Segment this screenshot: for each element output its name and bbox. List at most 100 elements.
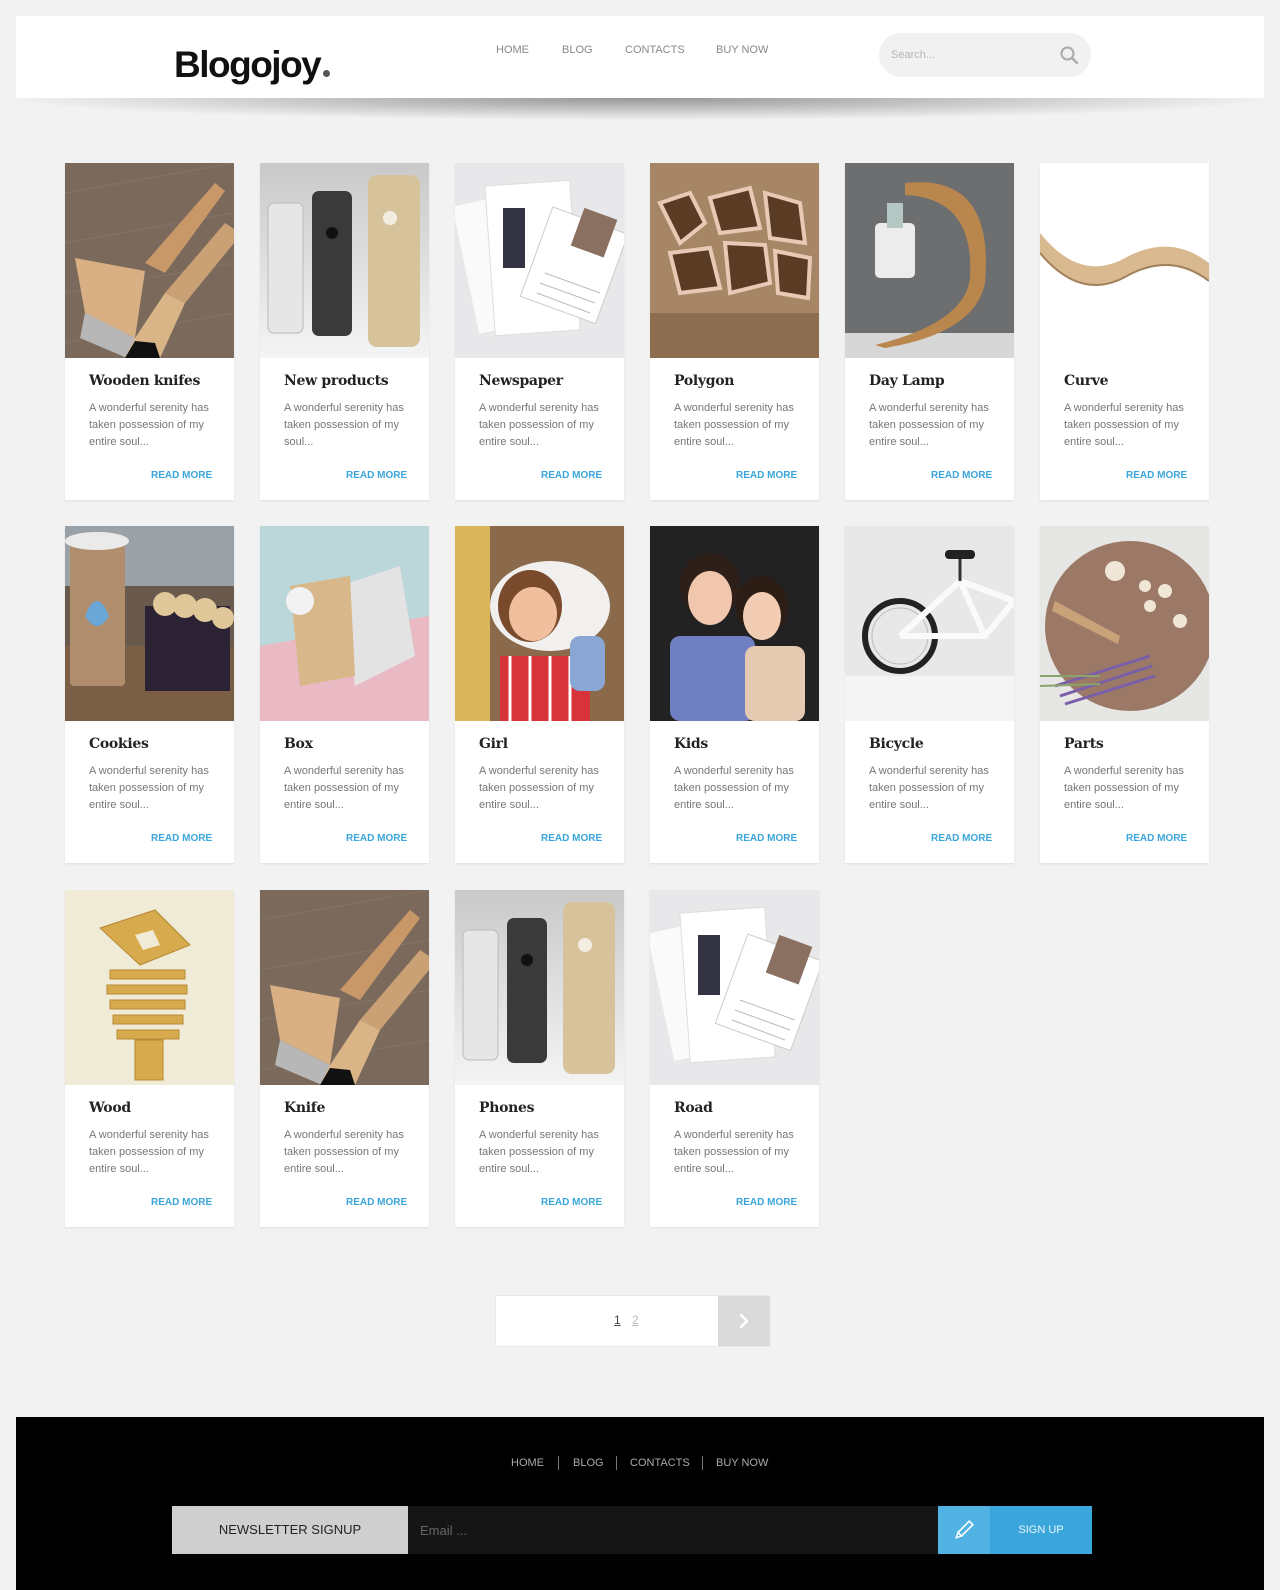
- post-card[interactable]: Newspaper A wonderful serenity has taken …: [455, 163, 624, 500]
- post-image[interactable]: [650, 890, 819, 1085]
- post-card[interactable]: Wood A wonderful serenity has taken posse…: [65, 890, 234, 1227]
- read-more-link[interactable]: READ MORE: [151, 470, 212, 481]
- post-excerpt: A wonderful serenity has taken possessio…: [479, 765, 599, 811]
- post-title[interactable]: Polygon: [674, 373, 734, 389]
- post-image[interactable]: [455, 163, 624, 358]
- post-card[interactable]: Kids A wonderful serenity has taken posse…: [650, 526, 819, 863]
- post-excerpt: A wonderful serenity has taken possessio…: [479, 1129, 599, 1175]
- footer-nav-buy-now[interactable]: BUY NOW: [716, 1457, 768, 1469]
- footer-nav-home[interactable]: HOME: [511, 1457, 544, 1469]
- read-more-link[interactable]: READ MORE: [1126, 470, 1187, 481]
- read-more-link[interactable]: READ MORE: [151, 833, 212, 844]
- site-header: Blogojoy HOME BLOG CONTACTS BUY NOW: [16, 16, 1264, 98]
- page-2[interactable]: 2: [632, 1313, 639, 1327]
- post-card[interactable]: Polygon A wonderful serenity has taken po…: [650, 163, 819, 500]
- nav-home[interactable]: HOME: [496, 44, 529, 56]
- post-card[interactable]: Bicycle A wonderful serenity has taken po…: [845, 526, 1014, 863]
- page-1[interactable]: 1: [614, 1313, 621, 1327]
- read-more-link[interactable]: READ MORE: [346, 470, 407, 481]
- read-more-link[interactable]: READ MORE: [541, 470, 602, 481]
- post-excerpt: A wonderful serenity has taken possessio…: [674, 1129, 794, 1175]
- read-more-link[interactable]: READ MORE: [931, 470, 992, 481]
- next-page-button[interactable]: [718, 1296, 770, 1346]
- post-image[interactable]: [260, 163, 429, 358]
- post-image[interactable]: [455, 890, 624, 1085]
- nav-blog[interactable]: BLOG: [562, 44, 593, 56]
- post-image[interactable]: [260, 890, 429, 1085]
- post-card[interactable]: New products A wonderful serenity has tak…: [260, 163, 429, 500]
- post-image[interactable]: [650, 163, 819, 358]
- post-card[interactable]: Box A wonderful serenity has taken posses…: [260, 526, 429, 863]
- post-excerpt: A wonderful serenity has taken possessio…: [284, 765, 404, 811]
- footer-nav-contacts[interactable]: CONTACTS: [630, 1457, 690, 1469]
- post-title[interactable]: Newspaper: [479, 373, 563, 389]
- post-card[interactable]: Day Lamp A wonderful serenity has taken p…: [845, 163, 1014, 500]
- read-more-link[interactable]: READ MORE: [931, 833, 992, 844]
- read-more-link[interactable]: READ MORE: [151, 1197, 212, 1208]
- post-title[interactable]: Parts: [1064, 736, 1104, 752]
- post-image[interactable]: [260, 526, 429, 721]
- post-card[interactable]: Parts A wonderful serenity has taken poss…: [1040, 526, 1209, 863]
- post-card[interactable]: Cookies A wonderful serenity has taken po…: [65, 526, 234, 863]
- post-excerpt: A wonderful serenity has taken possessio…: [869, 402, 989, 448]
- signup-button[interactable]: SIGN UP: [990, 1506, 1092, 1554]
- post-card[interactable]: Road A wonderful serenity has taken posse…: [650, 890, 819, 1227]
- post-card[interactable]: Girl A wonderful serenity has taken posse…: [455, 526, 624, 863]
- read-more-link[interactable]: READ MORE: [736, 470, 797, 481]
- post-title[interactable]: Wood: [89, 1100, 131, 1116]
- newsletter-label: NEWSLETTER SIGNUP: [172, 1506, 408, 1554]
- post-excerpt: A wonderful serenity has taken possessio…: [869, 765, 989, 811]
- pencil-icon: [955, 1520, 974, 1539]
- post-card[interactable]: Curve A wonderful serenity has taken poss…: [1040, 163, 1209, 500]
- post-image[interactable]: [845, 163, 1014, 358]
- search-icon[interactable]: [1059, 45, 1079, 65]
- post-image[interactable]: [455, 526, 624, 721]
- post-title[interactable]: Wooden knifes: [89, 373, 200, 389]
- post-card[interactable]: Knife A wonderful serenity has taken poss…: [260, 890, 429, 1227]
- email-field[interactable]: [408, 1506, 938, 1554]
- post-image[interactable]: [845, 526, 1014, 721]
- post-card[interactable]: Wooden knifes A wonderful serenity has ta…: [65, 163, 234, 500]
- post-image[interactable]: [65, 890, 234, 1085]
- nav-buy-now[interactable]: BUY NOW: [716, 44, 768, 56]
- pencil-button[interactable]: [938, 1506, 990, 1554]
- post-excerpt: A wonderful serenity has taken possessio…: [479, 402, 599, 448]
- read-more-link[interactable]: READ MORE: [1126, 833, 1187, 844]
- chevron-right-icon: [739, 1313, 749, 1329]
- post-excerpt: A wonderful serenity has taken possessio…: [1064, 402, 1184, 448]
- nav-contacts[interactable]: CONTACTS: [625, 44, 685, 56]
- post-image[interactable]: [65, 163, 234, 358]
- header-shadow: [16, 98, 1264, 120]
- post-title[interactable]: Bicycle: [869, 736, 924, 752]
- read-more-link[interactable]: READ MORE: [346, 1197, 407, 1208]
- post-title[interactable]: Curve: [1064, 373, 1109, 389]
- post-title[interactable]: Cookies: [89, 736, 149, 752]
- read-more-link[interactable]: READ MORE: [541, 1197, 602, 1208]
- post-image[interactable]: [1040, 526, 1209, 721]
- read-more-link[interactable]: READ MORE: [346, 833, 407, 844]
- post-title[interactable]: Girl: [479, 736, 508, 752]
- post-excerpt: A wonderful serenity has taken possessio…: [284, 1129, 404, 1175]
- post-title[interactable]: Kids: [674, 736, 708, 752]
- post-excerpt: A wonderful serenity has taken possessio…: [89, 402, 209, 448]
- post-excerpt: A wonderful serenity has taken possessio…: [89, 765, 209, 811]
- post-image[interactable]: [1040, 163, 1209, 358]
- logo[interactable]: Blogojoy: [174, 44, 331, 86]
- footer-nav-divider: [558, 1456, 559, 1470]
- read-more-link[interactable]: READ MORE: [541, 833, 602, 844]
- read-more-link[interactable]: READ MORE: [736, 1197, 797, 1208]
- post-title[interactable]: New products: [284, 373, 389, 389]
- search-input[interactable]: [891, 46, 1051, 64]
- post-image[interactable]: [650, 526, 819, 721]
- post-title[interactable]: Box: [284, 736, 313, 752]
- post-card[interactable]: Phones A wonderful serenity has taken pos…: [455, 890, 624, 1227]
- post-title[interactable]: Day Lamp: [869, 373, 945, 389]
- read-more-link[interactable]: READ MORE: [736, 833, 797, 844]
- post-title[interactable]: Knife: [284, 1100, 325, 1116]
- post-excerpt: A wonderful serenity has taken possessio…: [1064, 765, 1184, 811]
- search-box: [879, 33, 1091, 77]
- post-title[interactable]: Phones: [479, 1100, 535, 1116]
- post-title[interactable]: Road: [674, 1100, 713, 1116]
- footer-nav-blog[interactable]: BLOG: [573, 1457, 604, 1469]
- post-image[interactable]: [65, 526, 234, 721]
